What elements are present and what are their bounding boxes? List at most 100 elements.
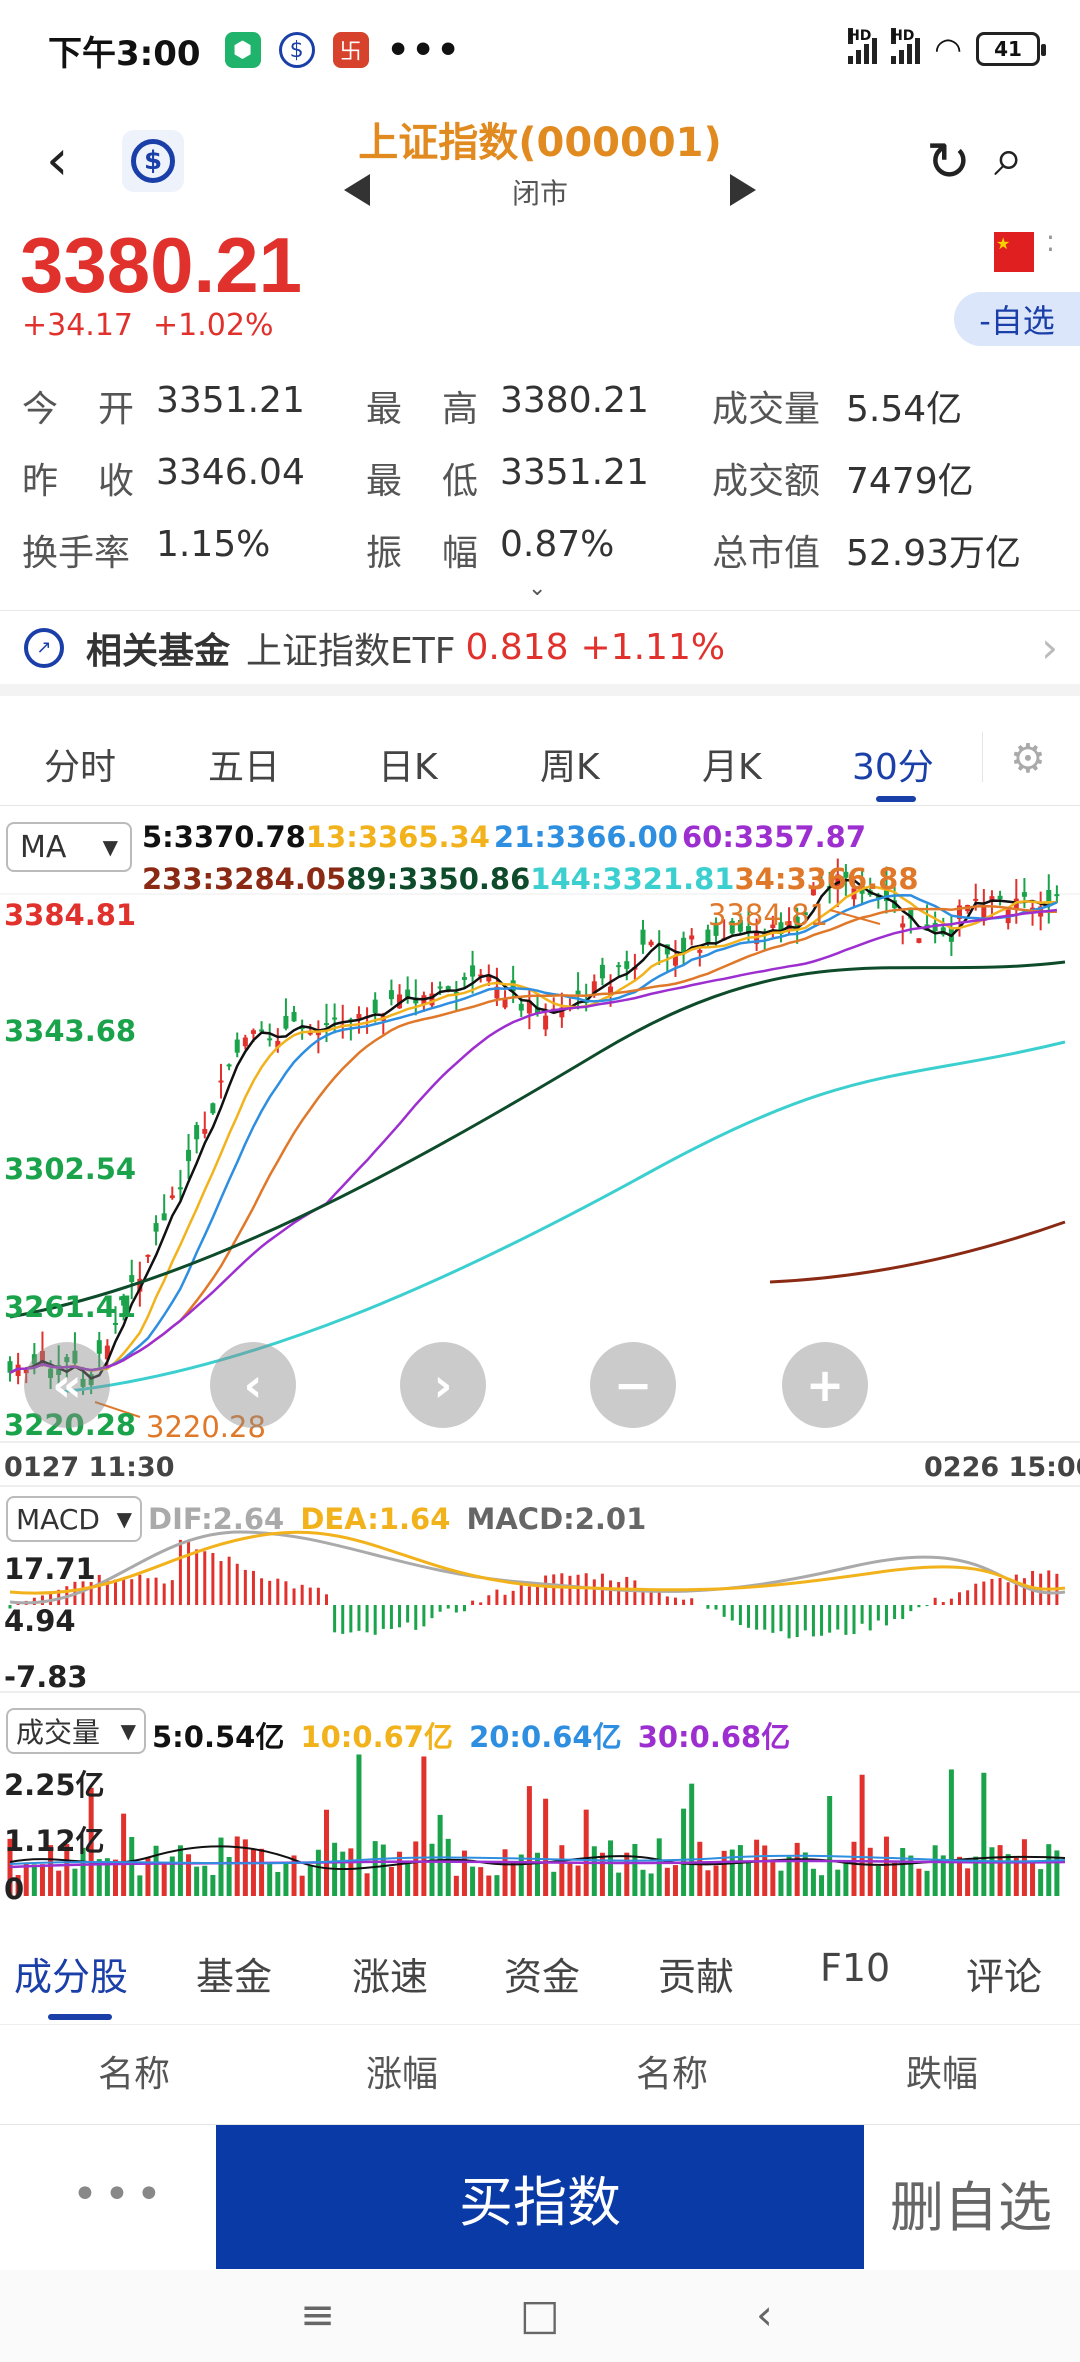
col-loss[interactable]: 跌幅 [906, 2045, 978, 2097]
back-nav-icon[interactable]: ‹ [756, 2290, 773, 2339]
volume-bar [39, 1864, 45, 1896]
volume-bar [924, 1870, 930, 1896]
price-change: +34.17 +1.02% [22, 308, 293, 343]
col-gain[interactable]: 涨幅 [366, 2045, 438, 2097]
tab-contribution[interactable]: 贡献 [658, 1946, 734, 2001]
volume-indicator-select[interactable]: 成交量 ▼ [6, 1708, 146, 1754]
flag-menu-icon[interactable]: · · [1046, 224, 1055, 264]
volume-bar [883, 1836, 889, 1896]
stat-value: 1.15% [156, 524, 271, 565]
volume-bar [340, 1851, 346, 1896]
volume-bar [624, 1852, 630, 1896]
period-tabs: 分时 五日 日K 周K 月K 30分 ⚙ [0, 710, 1080, 806]
ma-legend-item: 233:3284.05 [142, 862, 347, 896]
candle-body [161, 1213, 167, 1221]
wifi-icon: ◠ [934, 30, 962, 68]
volume-bar [486, 1875, 492, 1896]
zoom-out-button[interactable]: − [590, 1342, 676, 1428]
ma-legend-item: 89:3350.86 [346, 862, 531, 896]
candle-body [916, 938, 922, 943]
volume-bar [1030, 1861, 1036, 1896]
price-axis-label: 3261.41 [4, 1290, 137, 1324]
remove-watchlist-action[interactable]: 删自选 [890, 2163, 1052, 2242]
pan-right-button[interactable]: › [400, 1342, 486, 1428]
volume-bar [437, 1814, 443, 1896]
volume-bar [250, 1849, 256, 1896]
ma13-line [9, 885, 1057, 1374]
remove-watchlist-button[interactable]: -自选 [954, 292, 1080, 346]
tab-constituents[interactable]: 成分股 [14, 1946, 128, 2001]
next-stock-arrow-icon[interactable] [730, 174, 756, 206]
tab-intraday[interactable]: 分时 [44, 738, 116, 790]
tab-weekly-k[interactable]: 周K [540, 738, 600, 790]
volume-bar [502, 1849, 508, 1896]
tab-capital[interactable]: 资金 [504, 1946, 580, 2001]
candle-body [697, 949, 703, 953]
prev-stock-arrow-icon[interactable] [344, 174, 370, 206]
home-icon[interactable]: □ [520, 2290, 560, 2339]
tab-comments[interactable]: 评论 [966, 1946, 1042, 2001]
ma-indicator-select[interactable]: MA ▼ [6, 822, 132, 872]
tab-daily-k[interactable]: 日K [378, 738, 438, 790]
fund-pct: +1.11% [580, 627, 726, 668]
stat-key: 成交额 [712, 461, 821, 502]
volume-bar [1046, 1844, 1052, 1896]
volume-bar [1021, 1839, 1027, 1896]
candle-body [332, 1017, 338, 1020]
pan-left-button[interactable]: ‹ [210, 1342, 296, 1428]
tab-monthly-k[interactable]: 月K [702, 738, 762, 790]
gear-icon[interactable]: ⚙ [1010, 736, 1046, 782]
zoom-in-button[interactable]: + [782, 1342, 868, 1428]
col-name[interactable]: 名称 [636, 2045, 708, 2097]
tab-f10[interactable]: F10 [820, 1946, 890, 1990]
stat-value: 3351.21 [500, 452, 649, 493]
volume-bar [681, 1808, 687, 1896]
ma-legend-item: 21:3366.00 [493, 820, 678, 854]
candle-body [194, 1125, 200, 1140]
col-name[interactable]: 名称 [98, 2045, 170, 2097]
candle-body [267, 1038, 273, 1041]
fund-icon: ↗ [24, 627, 64, 668]
expand-stats-chevron-icon[interactable]: ⌄ [528, 576, 546, 601]
macd-axis-label: 17.71 [4, 1552, 96, 1586]
detail-tabs: 成分股 基金 涨速 资金 贡献 F10 评论 [0, 1930, 1080, 2022]
ma-legend-item: 5:3370.78 [142, 820, 306, 854]
volume-bar [510, 1861, 516, 1896]
tab-speed[interactable]: 涨速 [352, 1946, 428, 2001]
volume-bar [559, 1845, 565, 1896]
search-icon[interactable]: ⌕ [994, 128, 1023, 189]
volume-bar [421, 1756, 427, 1896]
candle-body [283, 1015, 289, 1029]
tab-30min[interactable]: 30分 [852, 738, 934, 790]
fast-back-button[interactable]: « [24, 1342, 110, 1428]
volume-bar [575, 1865, 581, 1896]
ma-legend-row: 233:3284.0589:3350.86144:3321.8134:3366.… [142, 862, 919, 896]
volume-bar [591, 1846, 597, 1896]
chevron-right-icon[interactable]: › [1041, 623, 1058, 672]
volume-bar [900, 1848, 906, 1896]
volume-bar [1038, 1869, 1044, 1896]
volume-bar [234, 1836, 240, 1896]
candle-body [616, 965, 622, 968]
volume-bar [324, 1809, 329, 1896]
volume-bar [948, 1769, 954, 1896]
stat-key: 总市值 [712, 533, 821, 574]
tab-funds[interactable]: 基金 [196, 1946, 272, 2001]
related-fund-bar[interactable]: ↗ 相关基金 上证指数ETF 0.818 +1.11% › [0, 610, 1080, 696]
candle-body [186, 1149, 192, 1162]
securities-app-icon: $ [278, 32, 315, 68]
tab-five-day[interactable]: 五日 [208, 738, 280, 790]
macd-dea: DEA:1.64 [300, 1502, 451, 1536]
stat-value: 5.54亿 [846, 389, 963, 430]
more-icon[interactable]: ••• [72, 2169, 168, 2220]
candle-body [218, 1080, 224, 1083]
menu-icon[interactable]: ≡ [300, 2290, 335, 2339]
candle-body [129, 1275, 135, 1282]
macd-indicator-select[interactable]: MACD ▼ [6, 1496, 142, 1542]
refresh-icon[interactable]: ↻ [926, 130, 971, 193]
status-time: 下午3:00 [48, 33, 201, 74]
buy-index-button[interactable]: 买指数 [216, 2125, 864, 2269]
ma144-line [59, 1040, 1066, 1394]
candle-body [470, 965, 476, 977]
volume-bar [689, 1783, 695, 1896]
